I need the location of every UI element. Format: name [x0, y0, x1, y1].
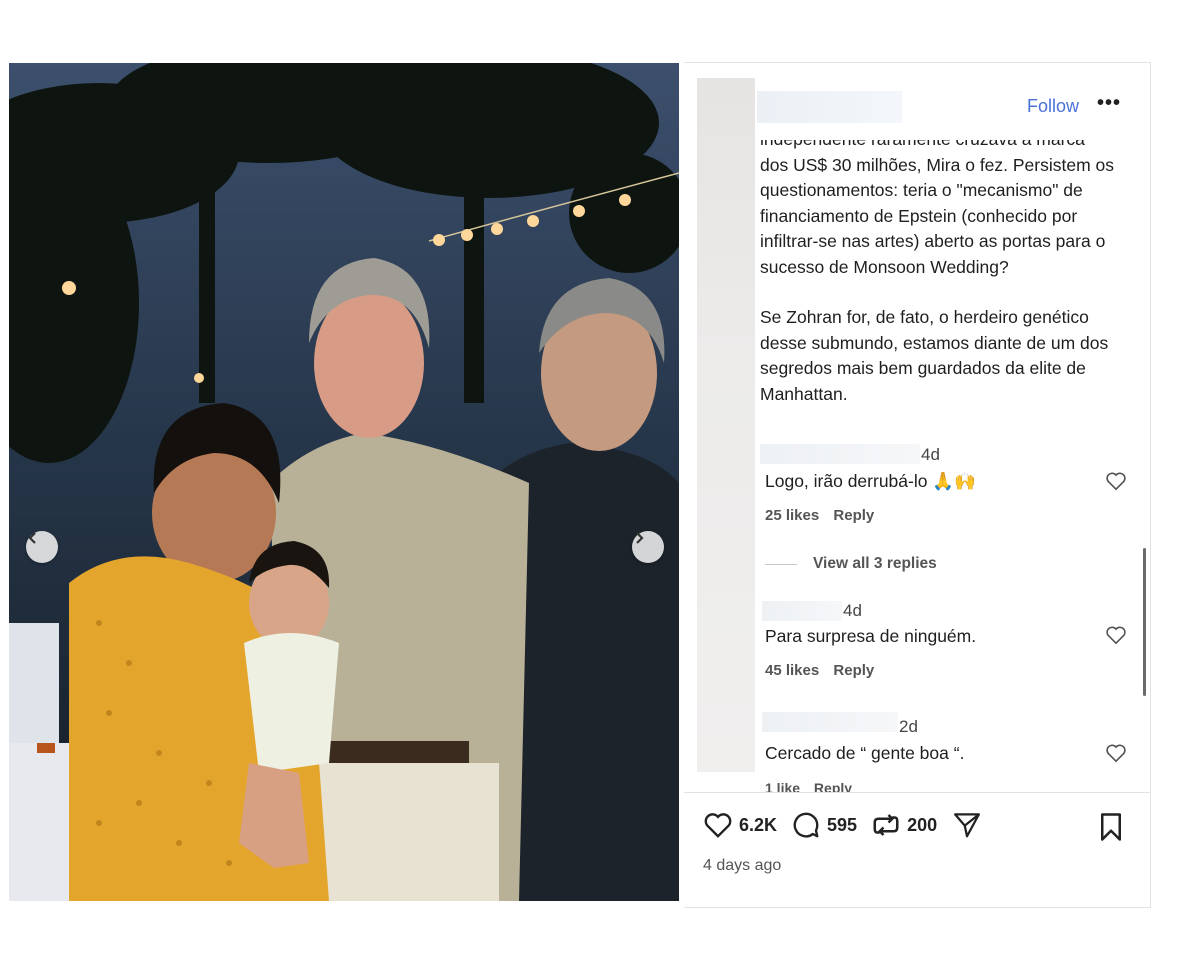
caption-cut-line: independente raramente cruzava a marca	[760, 140, 1130, 153]
follow-button[interactable]: Follow	[1027, 96, 1079, 117]
comment-reply-button[interactable]: Reply	[833, 507, 874, 524]
carousel-prev-button[interactable]	[26, 531, 58, 563]
comment-likes[interactable]: 1 like	[765, 780, 800, 792]
comment-time: 2d	[899, 717, 918, 736]
actions-divider	[684, 792, 1151, 793]
heart-icon[interactable]	[1105, 471, 1127, 491]
bookmark-icon[interactable]	[1098, 812, 1124, 842]
post-image	[9, 63, 679, 901]
comment-time: 4d	[921, 445, 940, 464]
comment-meta: 1 like Reply	[765, 780, 862, 792]
post-caption: independente raramente cruzava a marca d…	[760, 140, 1130, 407]
chevron-left-icon	[28, 532, 36, 544]
share-icon	[954, 813, 981, 838]
comment-reply-button[interactable]: Reply	[833, 662, 874, 679]
username-blurred	[757, 91, 902, 123]
view-replies-button[interactable]: View all 3 replies	[765, 555, 937, 573]
repost-icon	[873, 814, 899, 836]
comment-likes[interactable]: 45 likes	[765, 662, 819, 679]
caption-scroll-area[interactable]: independente raramente cruzava a marca d…	[760, 140, 1140, 430]
comment-time: 4d	[843, 601, 862, 620]
comment-meta: 25 likes Reply	[765, 507, 884, 524]
repost-count: 200	[907, 814, 938, 835]
more-options-icon[interactable]: •••	[1097, 92, 1121, 115]
caption-paragraph-1: dos US$ 30 milhões, Mira o fez. Persiste…	[760, 154, 1115, 277]
action-bar: 6.2K 595 200	[703, 810, 997, 840]
chevron-right-icon	[636, 532, 644, 544]
caption-paragraph-2: Se Zohran for, de fato, o herdeiro genét…	[760, 307, 1109, 404]
post-photo	[9, 63, 679, 901]
carousel-next-button[interactable]	[632, 531, 664, 563]
comments-scrollbar[interactable]	[1143, 548, 1146, 696]
heart-icon[interactable]	[1105, 743, 1127, 763]
comment-meta-clipped: 1 like Reply	[765, 778, 965, 792]
commenter-name-blurred	[762, 601, 842, 621]
comment-count: 595	[827, 814, 858, 835]
share-button[interactable]	[951, 810, 983, 840]
like-count: 6.2K	[739, 814, 778, 835]
heart-icon	[704, 813, 732, 838]
commenter-name-blurred	[760, 444, 920, 464]
avatar-blurred	[697, 78, 755, 772]
repost-button[interactable]: 200	[871, 810, 937, 840]
comment-icon	[793, 812, 819, 838]
comment-reply-button[interactable]: Reply	[814, 780, 852, 792]
view-replies-label: View all 3 replies	[813, 555, 937, 572]
replies-line	[765, 563, 797, 565]
commenter-name-blurred	[762, 712, 898, 732]
comment-meta: 45 likes Reply	[765, 662, 884, 679]
comment-likes[interactable]: 25 likes	[765, 507, 819, 524]
comment-text: Para surpresa de ninguém.	[765, 626, 977, 646]
comment-text: Cercado de “ gente boa “.	[765, 743, 965, 763]
posted-time: 4 days ago	[703, 857, 782, 874]
like-button[interactable]: 6.2K	[703, 811, 777, 839]
heart-icon[interactable]	[1105, 625, 1127, 645]
comment-button[interactable]: 595	[791, 810, 857, 840]
comment-text: Logo, irão derrubá-lo 🙏🙌	[765, 471, 976, 491]
